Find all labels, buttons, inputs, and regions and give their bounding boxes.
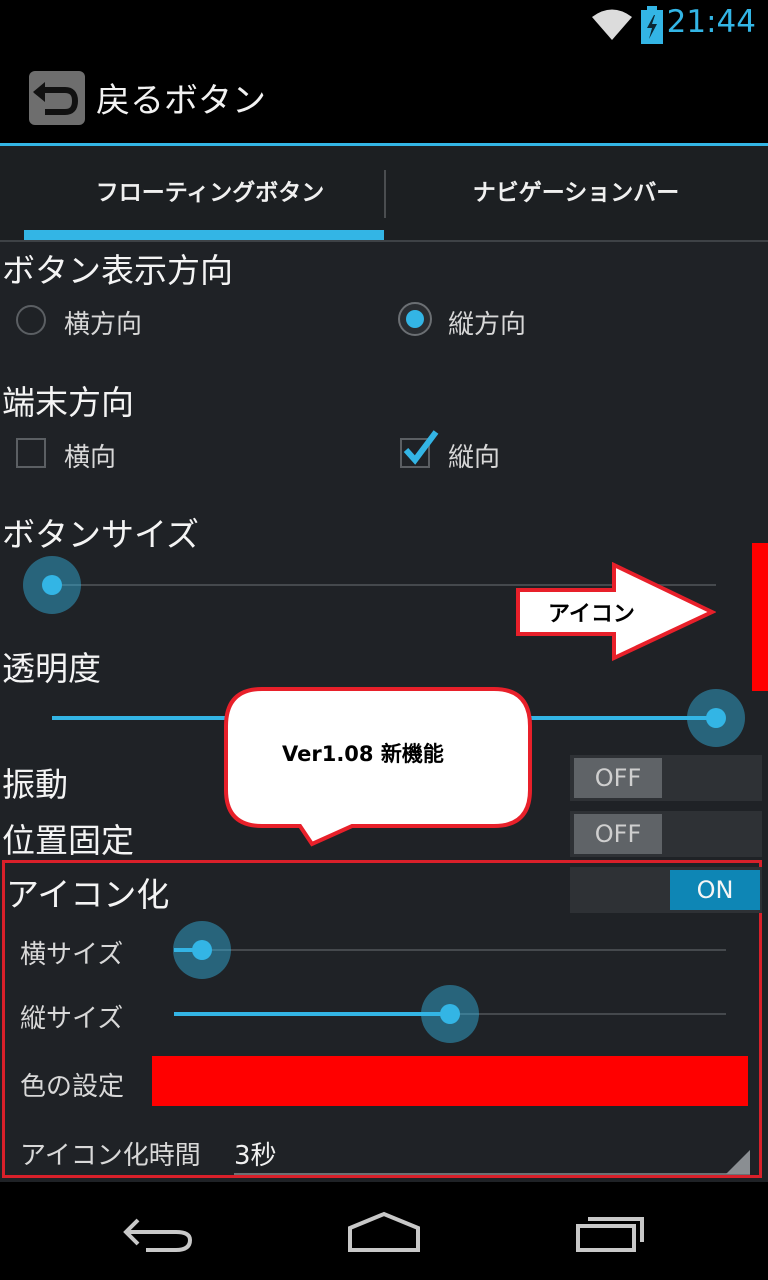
iconify-time-label: アイコン化時間: [20, 1141, 201, 1171]
tab-selected-indicator: [24, 230, 384, 240]
vibration-toggle[interactable]: OFF: [570, 755, 762, 801]
color-setting-label: 色の設定: [20, 1072, 125, 1102]
app-title: 戻るボタン: [96, 81, 266, 121]
vibration-toggle-state: OFF: [574, 758, 662, 798]
arrow-callout-text: アイコン: [548, 602, 635, 627]
tab-floating-button[interactable]: フローティングボタン: [18, 146, 402, 241]
color-swatch[interactable]: [152, 1056, 748, 1106]
spinner-corner-icon: [726, 1150, 750, 1174]
tab-navigation-bar[interactable]: ナビゲーションバー: [384, 146, 768, 241]
icon-height-fill: [174, 1012, 450, 1016]
icon-width-track: [174, 949, 726, 951]
iconify-time-spinner-underline: [234, 1173, 750, 1175]
iconify-toggle[interactable]: ON: [570, 867, 762, 913]
nav-recents-icon[interactable]: [572, 1210, 652, 1256]
icon-width-label: 横サイズ: [20, 940, 124, 970]
nav-home-icon[interactable]: [344, 1210, 424, 1256]
checkbox-landscape[interactable]: [16, 438, 46, 468]
wifi-icon: [592, 9, 632, 40]
position-lock-toggle[interactable]: OFF: [570, 811, 762, 857]
radio-vertical[interactable]: [398, 302, 432, 336]
button-size-slider-thumb[interactable]: [23, 556, 81, 614]
checkbox-portrait-label: 縦向: [448, 443, 501, 473]
back-arrow-icon[interactable]: [29, 71, 85, 125]
battery-charging-icon: [641, 6, 663, 44]
check-mark-icon: [403, 430, 439, 465]
device-orientation-title: 端末方向: [2, 383, 134, 422]
checkbox-landscape-label: 横向: [64, 443, 117, 473]
button-size-title: ボタンサイズ: [2, 515, 200, 554]
iconify-title: アイコン化: [6, 875, 170, 914]
status-time: 21:44: [666, 4, 756, 40]
icon-height-label: 縦サイズ: [20, 1004, 124, 1034]
icon-preview-bar: [752, 543, 768, 691]
position-lock-title: 位置固定: [2, 821, 134, 860]
iconify-time-value[interactable]: 3秒: [234, 1135, 277, 1172]
icon-height-slider-thumb[interactable]: [421, 985, 479, 1043]
position-lock-toggle-state: OFF: [574, 814, 662, 854]
transparency-slider-thumb[interactable]: [687, 689, 745, 747]
radio-horizontal-label: 横方向: [64, 310, 143, 340]
transparency-title: 透明度: [2, 649, 101, 688]
radio-horizontal[interactable]: [16, 305, 46, 335]
iconify-toggle-state: ON: [670, 870, 760, 910]
nav-back-icon[interactable]: [120, 1210, 200, 1256]
vibration-title: 振動: [2, 765, 68, 804]
speech-bubble-text: Ver1.08 新機能: [282, 742, 444, 766]
radio-vertical-label: 縦方向: [448, 310, 527, 340]
button-orientation-title: ボタン表示方向: [2, 251, 233, 290]
icon-width-slider-thumb[interactable]: [173, 921, 231, 979]
